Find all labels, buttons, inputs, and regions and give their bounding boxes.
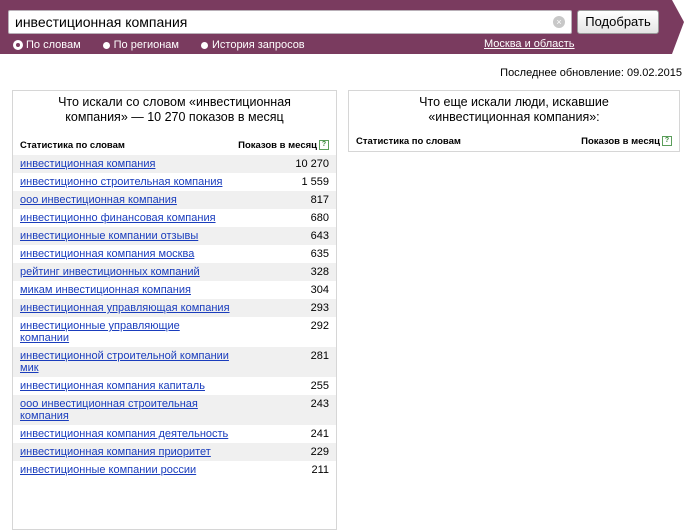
table-row: инвестиционная компания москва 635 xyxy=(13,245,336,263)
impressions-count: 281 xyxy=(310,350,329,362)
table-header: Статистика по словам Показов в месяц? xyxy=(349,134,679,148)
table-row: инвестиционные управляющие компании 292 xyxy=(13,317,336,347)
phrase-link[interactable]: инвестиционная компания москва xyxy=(20,248,194,260)
mode-history[interactable]: История запросов xyxy=(201,39,305,51)
mode-by-regions[interactable]: По регионам xyxy=(102,39,179,51)
impressions-count: 817 xyxy=(310,194,329,206)
mode-by-words[interactable]: По словам xyxy=(14,39,81,51)
impressions-count: 680 xyxy=(310,212,329,224)
impressions-count: 211 xyxy=(311,464,329,476)
table-row: инвестиционная компания приоритет 229 xyxy=(13,443,336,461)
phrase-link[interactable]: инвестиционные компании россии xyxy=(20,464,196,476)
table-header: Статистика по словам Показов в месяц? xyxy=(13,138,336,152)
search-bar: × Подобрать По словам По регионам Истори… xyxy=(0,0,688,54)
impressions-count: 635 xyxy=(310,248,329,260)
impressions-count: 243 xyxy=(310,398,329,410)
phrase-link[interactable]: инвестиционная компания капиталь xyxy=(20,380,205,392)
help-icon[interactable]: ? xyxy=(662,135,672,146)
last-updated: Последнее обновление: 09.02.2015 xyxy=(500,67,682,79)
table-row: инвестиционные компании отзывы 643 xyxy=(13,227,336,245)
phrase-link[interactable]: инвестиционной строительной компании мик xyxy=(20,350,230,374)
column-header-phrase: Статистика по словам xyxy=(20,139,125,151)
panel-title: Что искали со словом «инвестиционная ком… xyxy=(58,95,291,124)
mode-label: По словам xyxy=(26,39,81,51)
column-header-count-label: Показов в месяц xyxy=(581,135,660,147)
table-row: инвестиционная компания капиталь 255 xyxy=(13,377,336,395)
phrase-link[interactable]: ооо инвестиционная компания xyxy=(20,194,177,206)
help-icon[interactable]: ? xyxy=(319,139,329,150)
impressions-count: 1 559 xyxy=(301,176,329,188)
table-row: инвестиционная компания 10 270 xyxy=(13,155,336,173)
phrase-link[interactable]: инвестиционная управляющая компания xyxy=(20,302,230,314)
also-searched-panel: Что еще искали люди, искавшие «инвестици… xyxy=(348,90,680,152)
impressions-count: 10 270 xyxy=(295,158,329,170)
impressions-count: 293 xyxy=(310,302,329,314)
phrase-link[interactable]: инвестиционные компании отзывы xyxy=(20,230,198,242)
search-input[interactable] xyxy=(15,11,545,33)
column-header-count: Показов в месяц? xyxy=(581,136,672,147)
impressions-count: 292 xyxy=(310,320,329,332)
phrase-link[interactable]: инвестиционная компания деятельность xyxy=(20,428,228,440)
search-box[interactable]: × xyxy=(8,10,572,34)
table-row: инвестиционные компании россии 211 xyxy=(13,461,336,479)
impressions-count: 643 xyxy=(310,230,329,242)
radio-icon xyxy=(201,41,208,49)
radio-selected-icon xyxy=(14,41,22,49)
related-words-panel: Что искали со словом «инвестиционная ком… xyxy=(12,90,337,530)
phrase-link[interactable]: инвестиционная компания xyxy=(20,158,155,170)
impressions-count: 328 xyxy=(310,266,329,278)
clear-icon[interactable]: × xyxy=(553,16,565,28)
phrase-link[interactable]: инвестиционно строительная компания xyxy=(20,176,222,188)
impressions-count: 241 xyxy=(310,428,329,440)
column-header-count-label: Показов в месяц xyxy=(238,139,317,151)
table-row: рейтинг инвестиционных компаний 328 xyxy=(13,263,336,281)
phrase-link[interactable]: инвестиционные управляющие компании xyxy=(20,320,230,344)
table-row: инвестиционной строительной компании мик… xyxy=(13,347,336,377)
phrase-link[interactable]: ооо инвестиционная строительная компания xyxy=(20,398,230,422)
phrase-link[interactable]: микам инвестиционная компания xyxy=(20,284,191,296)
submit-button[interactable]: Подобрать xyxy=(577,10,659,34)
table-row: инвестиционно финансовая компания 680 xyxy=(13,209,336,227)
phrase-link[interactable]: инвестиционно финансовая компания xyxy=(20,212,216,224)
impressions-count: 255 xyxy=(310,380,329,392)
column-header-phrase: Статистика по словам xyxy=(356,135,461,147)
table-row: инвестиционно строительная компания 1 559 xyxy=(13,173,336,191)
table-row: ооо инвестиционная компания 817 xyxy=(13,191,336,209)
mode-label: История запросов xyxy=(212,39,305,51)
table-row: инвестиционная управляющая компания 293 xyxy=(13,299,336,317)
mode-label: По регионам xyxy=(113,39,179,51)
table-body: инвестиционная компания 10 270 инвестицион… xyxy=(13,155,336,479)
region-link[interactable]: Москва и область xyxy=(484,38,575,50)
phrase-link[interactable]: рейтинг инвестиционных компаний xyxy=(20,266,200,278)
table-row: микам инвестиционная компания 304 xyxy=(13,281,336,299)
impressions-count: 229 xyxy=(310,446,329,458)
phrase-link[interactable]: инвестиционная компания приоритет xyxy=(20,446,211,458)
radio-icon xyxy=(102,41,110,49)
panel-title: Что еще искали люди, искавшие «инвестици… xyxy=(419,95,609,124)
table-row: инвестиционная компания деятельность 241 xyxy=(13,425,336,443)
table-row: ооо инвестиционная строительная компания… xyxy=(13,395,336,425)
impressions-count: 304 xyxy=(310,284,329,296)
search-mode-group: По словам По регионам История запросов xyxy=(14,38,327,52)
column-header-count: Показов в месяц? xyxy=(238,140,329,151)
